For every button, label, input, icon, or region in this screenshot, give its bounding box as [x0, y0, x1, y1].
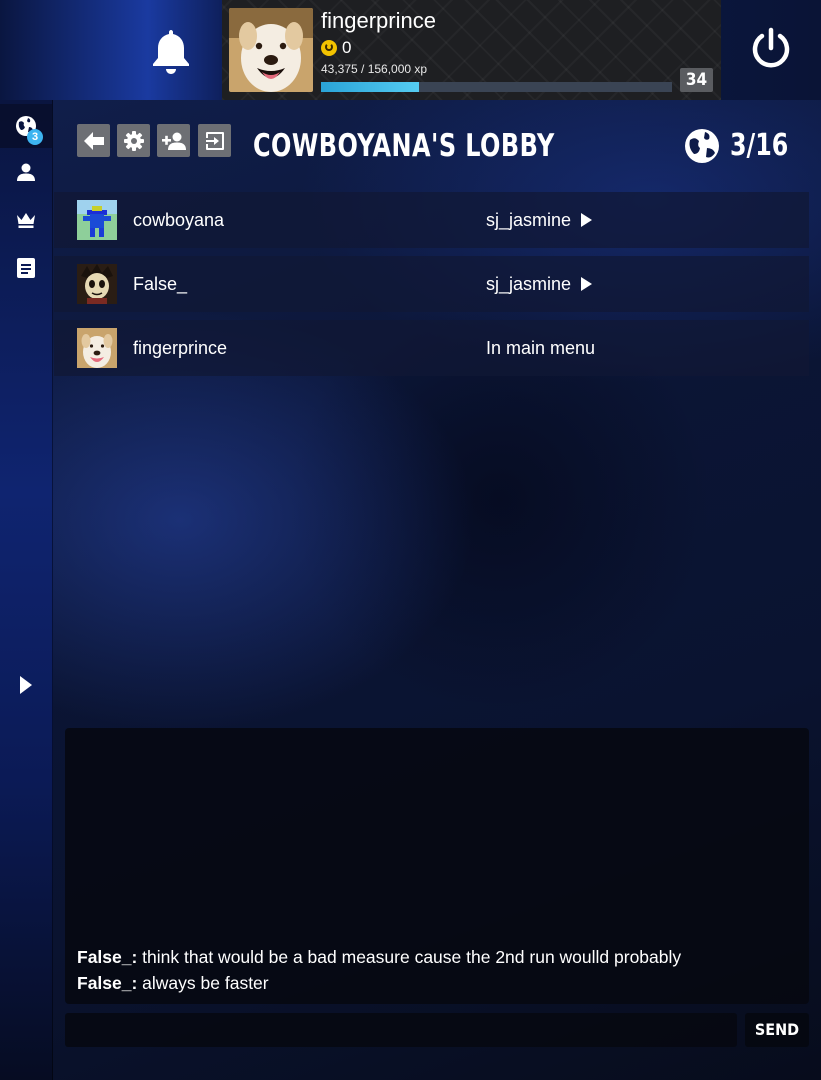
- bell-icon[interactable]: [148, 26, 194, 76]
- lobby-screen: fingerprince 0 43,375 / 156,000 xp 34 3 …: [0, 0, 821, 1080]
- top-bar: fingerprince 0 43,375 / 156,000 xp 34: [0, 0, 821, 100]
- player-name: False_: [133, 274, 188, 294]
- back-button[interactable]: [77, 124, 110, 157]
- chat-input[interactable]: [65, 1013, 737, 1047]
- play-icon[interactable]: [581, 277, 592, 291]
- power-icon[interactable]: [748, 26, 794, 72]
- crown-icon: [17, 213, 35, 228]
- back-arrow-icon: [83, 131, 104, 150]
- settings-icon: [123, 130, 144, 151]
- sidebar-item-documents[interactable]: [0, 246, 52, 290]
- sidebar-item-profile[interactable]: [0, 150, 52, 194]
- sidebar-item-leaderboard[interactable]: [0, 198, 52, 242]
- chat-author: False_:: [77, 947, 138, 967]
- chat-message: False_: always be faster: [77, 970, 797, 996]
- chat-text: think that would be a bad measure cause …: [137, 947, 682, 967]
- exit-icon: [205, 131, 224, 150]
- document-icon: [17, 258, 35, 278]
- leave-lobby-button[interactable]: [198, 124, 231, 157]
- play-icon[interactable]: [581, 213, 592, 227]
- avatar: [229, 8, 313, 92]
- chat-text: always be faster: [137, 973, 269, 993]
- chat-message: False_: think that would be a bad measur…: [77, 944, 797, 970]
- username: fingerprince: [321, 8, 436, 33]
- add-friend-icon: [161, 132, 186, 150]
- xp-progress-bar: [321, 82, 672, 92]
- player-name: cowboyana: [133, 210, 225, 230]
- coin-amount: 0: [342, 38, 352, 57]
- person-icon: [17, 163, 35, 181]
- sidebar-item-lobbies[interactable]: 3: [0, 104, 52, 148]
- chat-author: False_:: [77, 973, 138, 993]
- globe-icon: [685, 129, 719, 163]
- player-status: sj_jasmine: [486, 274, 572, 294]
- player-status: In main menu: [486, 338, 596, 358]
- avatar: [77, 200, 117, 240]
- chat-messages: False_: think that would be a bad measur…: [77, 944, 797, 996]
- settings-button[interactable]: [117, 124, 150, 157]
- avatar: [77, 328, 117, 368]
- avatar: [77, 264, 117, 304]
- profile-card[interactable]: fingerprince 0 43,375 / 156,000 xp 34: [222, 0, 721, 100]
- page-title: COWBOYANA'S LOBBY: [253, 128, 555, 164]
- sidebar: 3: [0, 100, 53, 1080]
- xp-progress-fill: [321, 82, 419, 92]
- player-count-text: 3/16: [730, 128, 789, 163]
- xp-text: 43,375 / 156,000 xp: [321, 62, 428, 76]
- coin-balance: 0: [321, 38, 351, 58]
- level-badge: 34: [680, 68, 713, 92]
- chevron-right-icon: [20, 676, 32, 694]
- player-name: fingerprince: [133, 338, 228, 358]
- sidebar-expand-button[interactable]: [0, 663, 52, 707]
- coin-icon: [321, 40, 337, 56]
- add-friend-button[interactable]: [157, 124, 190, 157]
- player-status: sj_jasmine: [486, 210, 572, 230]
- player-row[interactable]: False_ sj_jasmine: [54, 256, 809, 312]
- send-button[interactable]: SEND: [745, 1013, 809, 1047]
- lobby-count-badge: 3: [27, 129, 43, 145]
- player-count: 3/16: [684, 128, 796, 164]
- player-row[interactable]: fingerprince In main menu: [54, 320, 809, 376]
- chat-panel: False_: think that would be a bad measur…: [65, 728, 809, 1004]
- player-row[interactable]: cowboyana sj_jasmine: [54, 192, 809, 248]
